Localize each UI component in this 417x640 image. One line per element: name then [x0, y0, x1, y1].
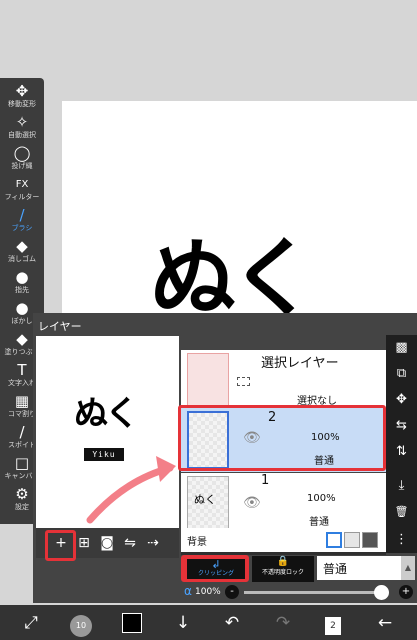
merge-down-button[interactable]: ⤓: [386, 475, 417, 497]
flip-vertical-icon: ⇅: [396, 444, 407, 459]
flip-vertical-button[interactable]: ⇅: [386, 441, 417, 463]
layer-1-opacity: 100%: [307, 493, 336, 504]
background-transparent-swatch[interactable]: [344, 532, 360, 548]
opacity-slider-track[interactable]: [244, 591, 384, 594]
page-count-icon: 2: [325, 617, 341, 635]
layer-menu-button[interactable]: ⇢: [143, 533, 163, 553]
smudge-icon: ●: [15, 268, 29, 286]
layer-transfer-icon: ⧉: [396, 366, 407, 381]
dropdown-arrow-icon: ▲: [401, 556, 415, 580]
move-layer-icon: ✥: [396, 392, 407, 407]
selection-layer-name: 選択レイヤー: [261, 356, 339, 371]
selected-layer-highlight: [178, 405, 386, 471]
annotation-arrow: [86, 456, 176, 524]
opacity-slider-thumb[interactable]: [374, 585, 389, 600]
more-menu-button[interactable]: ⋮: [386, 529, 417, 551]
tool-move-transform[interactable]: ✥ 移動変形: [0, 83, 44, 113]
alpha-lock-button[interactable]: 🔒 不透明度ロック: [252, 556, 314, 582]
tool-brush[interactable]: / ブラシ: [0, 207, 44, 237]
tool-smudge[interactable]: ● 指先: [0, 269, 44, 299]
delete-layer-button[interactable]: 🗑: [386, 501, 417, 523]
move-layer-button[interactable]: ✥: [386, 389, 417, 411]
magic-wand-icon: ✧: [15, 113, 29, 131]
layer-1-thumbnail: ぬく: [187, 476, 229, 534]
transform-icon: ⤢: [24, 613, 38, 633]
move-transform-icon: ✥: [15, 82, 29, 100]
bottom-toolbar: ⤢ 10 ↓ ↶ ↷ 2 ←: [0, 605, 417, 640]
add-layer-highlight: [45, 530, 76, 561]
layer-1-thumbnail-drawing: ぬく: [194, 493, 216, 506]
page-count-button[interactable]: 2: [322, 611, 344, 635]
dotted-selection-icon: [237, 377, 250, 386]
color-swatch-button[interactable]: [120, 611, 144, 635]
tool-filter[interactable]: FX フィルター: [0, 176, 44, 206]
tool-magic-wand[interactable]: ✧ 自動選択: [0, 114, 44, 144]
flip-layer-button[interactable]: ⇋: [120, 533, 140, 553]
alpha-label: α: [184, 584, 192, 598]
alpha-value: 100%: [195, 587, 221, 597]
visibility-eye-icon[interactable]: 👁: [243, 496, 261, 510]
back-button[interactable]: ←: [373, 611, 397, 635]
delete-layer-icon: 🗑: [394, 505, 409, 518]
alpha-lock-label: 不透明度ロック: [261, 569, 304, 576]
checkerboard-button[interactable]: ▩: [386, 337, 417, 359]
selection-layer-thumbnail: [187, 353, 229, 411]
layer-menu-icon: ⇢: [147, 535, 159, 551]
opacity-increase-button[interactable]: +: [399, 585, 413, 599]
blend-mode-value: 普通: [323, 562, 348, 576]
opacity-decrease-button[interactable]: -: [225, 585, 239, 599]
background-white-swatch[interactable]: [326, 532, 342, 548]
undo-button[interactable]: ↶: [221, 611, 243, 635]
brush-icon: /: [19, 206, 25, 224]
layer-transfer-button[interactable]: ⧉: [386, 363, 417, 385]
layer-1-blend: 普通: [309, 517, 329, 528]
preview-drawing: ぬく: [74, 394, 139, 434]
redo-icon: ↷: [275, 613, 291, 633]
redo-button[interactable]: ↷: [272, 611, 294, 635]
flip-horizontal-button[interactable]: ⇆: [386, 415, 417, 437]
tool-eraser[interactable]: ◆ 消しゴム: [0, 238, 44, 268]
lock-icon: 🔒: [276, 556, 290, 567]
layer-1-name: 1: [261, 473, 270, 488]
primary-color-swatch: [122, 613, 142, 633]
opacity-slider-row: α 100% - +: [181, 584, 417, 602]
background-dark-swatch[interactable]: [362, 532, 378, 548]
lasso-icon: ◯: [13, 144, 31, 162]
more-menu-icon: ⋮: [395, 532, 408, 547]
brush-size-button[interactable]: 10: [66, 611, 96, 637]
clipping-highlight: [181, 555, 249, 582]
camera-import-icon: ◙: [100, 535, 114, 551]
fx-filter-icon: FX: [15, 179, 29, 190]
tool-lasso[interactable]: ◯ 投げ縄: [0, 145, 44, 175]
blend-mode-select[interactable]: 普通 ▲: [317, 556, 415, 580]
brush-size-icon: 10: [70, 615, 92, 637]
arrow-down-icon: ↓: [175, 613, 191, 633]
layer-tools-column: ▩ ⧉ ✥ ⇆ ⇅ ⤓ 🗑 ⋮: [386, 335, 417, 553]
add-special-layer-button[interactable]: ⊞: [74, 533, 94, 553]
checkerboard-icon: ▩: [395, 340, 408, 355]
background-label: 背景: [187, 537, 207, 548]
add-special-layer-icon: ⊞: [78, 535, 90, 551]
download-button[interactable]: ↓: [172, 611, 194, 635]
layer-window-title: レイヤー: [38, 320, 82, 333]
camera-import-button[interactable]: ◙: [97, 533, 117, 553]
arrow-left-icon: ←: [377, 613, 393, 633]
flip-layer-icon: ⇋: [124, 535, 136, 551]
undo-icon: ↶: [224, 613, 240, 633]
background-row[interactable]: 背景: [181, 528, 386, 552]
merge-down-icon: ⤓: [398, 478, 405, 493]
eraser-icon: ◆: [16, 237, 28, 255]
transform-tool-button[interactable]: ⤢: [18, 611, 44, 635]
flip-horizontal-icon: ⇆: [396, 418, 407, 433]
drawing-canvas[interactable]: ぬく: [62, 101, 417, 331]
